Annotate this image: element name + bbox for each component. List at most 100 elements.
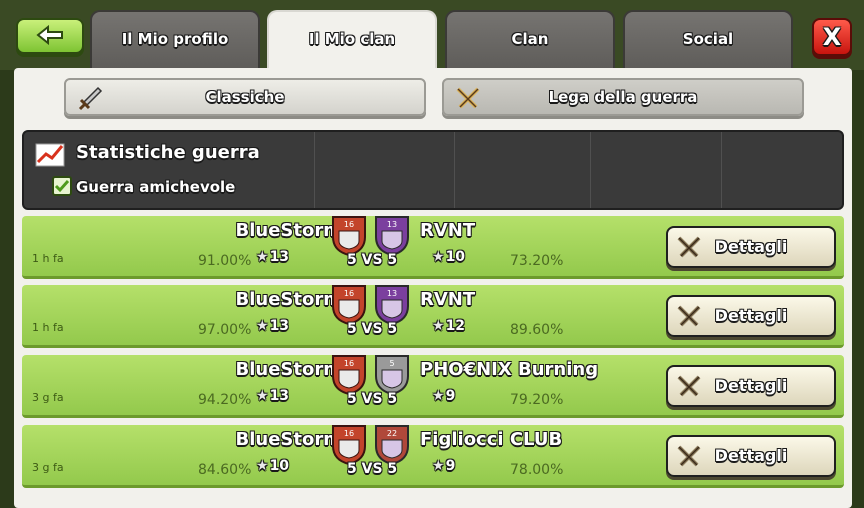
war-time-ago: 3 g fa [32, 391, 64, 404]
star-icon: ★ [432, 249, 445, 265]
enemy-stars-value: 12 [445, 318, 466, 334]
enemy-destruction-percent: 73.20% [510, 253, 564, 269]
star-icon: ★ [432, 318, 445, 334]
home-stars: ★13 [256, 388, 289, 404]
details-button-label: Dettagli [714, 446, 788, 465]
content-panel: Classiche Lega della guerra Statistiche … [14, 68, 852, 508]
enemy-stars: ★10 [432, 249, 465, 265]
star-icon: ★ [432, 458, 445, 474]
home-clan-badge-icon: 16 [332, 425, 366, 466]
tab-social[interactable]: Social [623, 10, 793, 70]
enemy-clan-badge-icon: 13 [375, 216, 409, 257]
war-time-ago: 1 h fa [32, 321, 64, 334]
war-log-row: 3 g fa BlueStorm 84.60% ★10 16 22 5 VS 5… [22, 425, 844, 488]
enemy-destruction-percent: 78.00% [510, 462, 564, 478]
home-clan-level: 16 [344, 429, 354, 438]
header: Il Mio profilo Il Mio clan Clan Social X [0, 0, 864, 70]
close-button[interactable]: X [812, 18, 852, 56]
stats-divider [590, 132, 591, 208]
war-size: 5 VS 5 [347, 391, 398, 407]
enemy-clan-level: 5 [389, 359, 394, 368]
home-clan-name: BlueStorm [235, 429, 342, 450]
crossed-swords-icon [677, 445, 701, 467]
star-icon: ★ [256, 249, 269, 265]
war-time-ago: 1 h fa [32, 252, 64, 265]
enemy-stars-value: 9 [445, 388, 456, 404]
subtab-classic-label: Classiche [205, 88, 285, 106]
chart-icon [35, 143, 65, 167]
sword-icon [78, 86, 103, 111]
home-clan-name: BlueStorm [235, 220, 342, 241]
stats-divider [314, 132, 315, 208]
home-stars: ★13 [256, 318, 289, 334]
home-clan-level: 16 [344, 359, 354, 368]
subtab-war-league[interactable]: Lega della guerra [442, 78, 804, 116]
war-size: 5 VS 5 [347, 252, 398, 268]
details-button[interactable]: Dettagli [666, 226, 836, 268]
enemy-stars-value: 9 [445, 458, 456, 474]
enemy-clan-level: 22 [387, 429, 397, 438]
home-destruction-percent: 91.00% [198, 253, 252, 269]
crossed-swords-icon [456, 87, 480, 109]
back-button[interactable] [16, 18, 84, 54]
war-size: 5 VS 5 [347, 321, 398, 337]
war-size: 5 VS 5 [347, 461, 398, 477]
tab-clans[interactable]: Clan [445, 10, 615, 70]
war-time-ago: 3 g fa [32, 461, 64, 474]
home-stars: ★10 [256, 458, 289, 474]
enemy-destruction-percent: 79.20% [510, 392, 564, 408]
home-clan-badge-icon: 16 [332, 285, 366, 326]
subtab-war-league-label: Lega della guerra [548, 88, 698, 106]
enemy-clan-level: 13 [387, 220, 397, 229]
war-stats-title: Statistiche guerra [76, 142, 260, 163]
crossed-swords-icon [677, 236, 701, 258]
enemy-stars: ★9 [432, 458, 455, 474]
details-button-label: Dettagli [714, 237, 788, 256]
tab-profile[interactable]: Il Mio profilo [90, 10, 260, 70]
star-icon: ★ [256, 388, 269, 404]
home-clan-level: 16 [344, 220, 354, 229]
enemy-destruction-percent: 89.60% [510, 322, 564, 338]
home-stars-value: 13 [269, 388, 290, 404]
star-icon: ★ [432, 388, 445, 404]
checkmark-icon [54, 180, 70, 193]
crossed-swords-icon [677, 375, 701, 397]
tab-my-clan[interactable]: Il Mio clan [267, 10, 437, 70]
subtab-classic-wars[interactable]: Classiche [64, 78, 426, 116]
crossed-swords-icon [677, 305, 701, 327]
stats-divider [454, 132, 455, 208]
war-stats-header: Statistiche guerra Guerra amichevole [22, 130, 844, 210]
home-clan-name: BlueStorm [235, 359, 342, 380]
enemy-clan-level: 13 [387, 289, 397, 298]
details-button-label: Dettagli [714, 376, 788, 395]
star-icon: ★ [256, 318, 269, 334]
home-clan-badge-icon: 16 [332, 216, 366, 257]
home-stars-value: 10 [269, 458, 290, 474]
friendly-war-checkbox[interactable] [52, 176, 72, 196]
details-button[interactable]: Dettagli [666, 435, 836, 477]
home-stars-value: 13 [269, 249, 290, 265]
home-stars: ★13 [256, 249, 289, 265]
details-button[interactable]: Dettagli [666, 365, 836, 407]
home-stars-value: 13 [269, 318, 290, 334]
star-icon: ★ [256, 458, 269, 474]
back-arrow-icon [36, 25, 63, 45]
enemy-clan-name: Figliocci CLUB [420, 429, 563, 450]
enemy-clan-badge-icon: 5 [375, 355, 409, 396]
friendly-war-label: Guerra amichevole [76, 178, 236, 196]
enemy-clan-name: RVNT [420, 289, 476, 310]
stats-divider [721, 132, 722, 208]
home-clan-level: 16 [344, 289, 354, 298]
details-button-label: Dettagli [714, 306, 788, 325]
home-destruction-percent: 94.20% [198, 392, 252, 408]
home-clan-name: BlueStorm [235, 289, 342, 310]
home-clan-badge-icon: 16 [332, 355, 366, 396]
war-log-row: 1 h fa BlueStorm 97.00% ★13 16 13 5 VS 5… [22, 285, 844, 348]
enemy-clan-badge-icon: 13 [375, 285, 409, 326]
details-button[interactable]: Dettagli [666, 295, 836, 337]
enemy-stars: ★9 [432, 388, 455, 404]
home-destruction-percent: 97.00% [198, 322, 252, 338]
war-log-row: 1 h fa BlueStorm 91.00% ★13 16 13 5 VS 5… [22, 216, 844, 279]
home-destruction-percent: 84.60% [198, 462, 252, 478]
war-log-row: 3 g fa BlueStorm 94.20% ★13 16 5 5 VS 5 … [22, 355, 844, 418]
